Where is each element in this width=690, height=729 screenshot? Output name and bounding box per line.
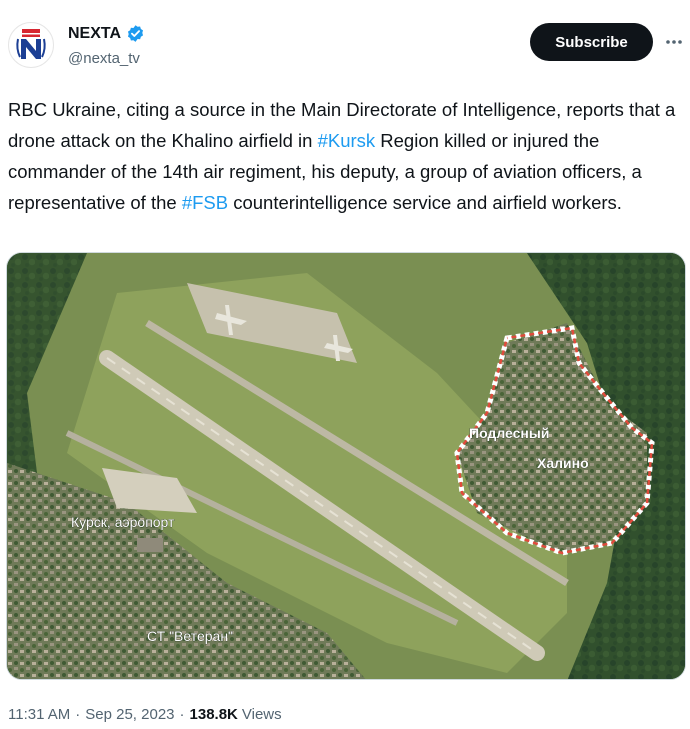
views-label: Views <box>241 706 282 723</box>
satellite-map: Подлесный Халино Курск, аэропорт СТ "Вет… <box>7 253 685 679</box>
tweet-date[interactable]: Sep 25, 2023 <box>85 706 174 723</box>
tweet-media-image[interactable]: Подлесный Халино Курск, аэропорт СТ "Вет… <box>6 252 686 680</box>
hashtag-kursk-link[interactable]: #Kursk <box>318 130 376 151</box>
tweet-text: RBC Ukraine, citing a source in the Main… <box>8 94 684 218</box>
more-options-icon[interactable] <box>662 30 686 54</box>
author-name-row[interactable]: NEXTA <box>68 24 145 43</box>
author-handle[interactable]: @nexta_tv <box>68 50 140 67</box>
label-khalino: Халино <box>537 455 589 471</box>
hashtag-fsb-link[interactable]: #FSB <box>182 192 228 213</box>
tweet-time[interactable]: 11:31 AM <box>8 706 70 723</box>
author-display-name[interactable]: NEXTA <box>68 25 121 43</box>
tweet-text-segment: counterintelligence service and airfield… <box>228 192 622 213</box>
verified-badge-icon <box>128 25 144 42</box>
nexta-logo-icon <box>16 29 46 59</box>
avatar[interactable] <box>8 22 54 68</box>
meta-separator: · <box>179 706 185 723</box>
label-veteran: СТ "Ветеран" <box>147 628 233 644</box>
views-count: 138.8K <box>189 706 238 723</box>
terminal-block <box>137 538 163 552</box>
meta-separator: · <box>75 706 81 723</box>
subscribe-button[interactable]: Subscribe <box>530 23 653 61</box>
label-airport: Курск, аэропорт <box>71 514 175 530</box>
tweet-meta: 11:31 AM · Sep 25, 2023 · 138.8K Views <box>8 706 282 723</box>
label-podlesny: Подлесный <box>469 425 549 441</box>
